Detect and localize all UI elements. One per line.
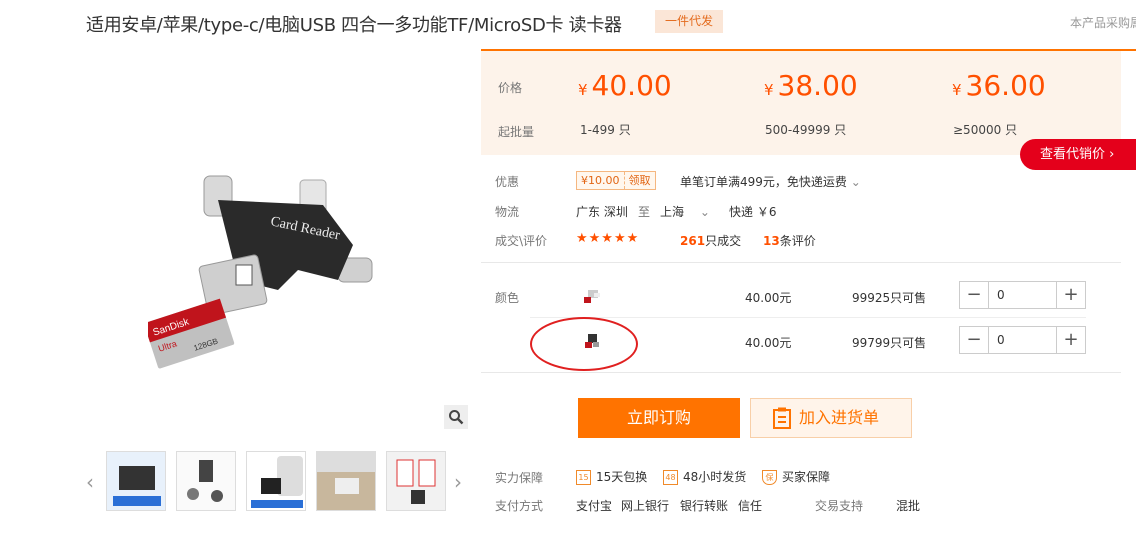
product-main-image: Card Reader SanDisk Ultra 128GB <box>143 170 388 390</box>
payment-method: 银行转账 <box>680 499 729 513</box>
price-tier-2: ¥38.00 <box>764 69 858 102</box>
coupon-amount: ¥10.00 <box>581 174 620 187</box>
payment-method: 网上银行 <box>621 499 670 513</box>
price-panel: 价格 起批量 ¥40.00 ¥38.00 ¥36.00 1-499 只 500-… <box>481 51 1121 155</box>
clipboard-icon <box>773 407 791 429</box>
sku-divider <box>530 317 1086 318</box>
ship-to-select[interactable]: 上海 ⌄ <box>660 203 710 220</box>
section-divider <box>481 372 1121 373</box>
clock-icon: 48 <box>663 470 678 485</box>
thumbnail-5[interactable] <box>386 451 446 511</box>
guarantee-item-3[interactable]: 保买家保障 <box>762 468 830 485</box>
thumb-prev-arrow[interactable]: ‹ <box>86 470 94 494</box>
guarantee-item-1[interactable]: 15 15天包换 <box>576 468 647 485</box>
thumbnail-strip <box>106 451 446 511</box>
price-tier-1: ¥40.00 <box>578 69 672 102</box>
coupon[interactable]: ¥10.00 领取 <box>576 171 656 190</box>
guarantee-item-2[interactable]: 48 48小时发货 <box>663 468 746 485</box>
thumbnail-1[interactable] <box>106 451 166 511</box>
sku-price-1: 40.00元 <box>745 291 792 305</box>
decrement-button[interactable]: − <box>960 282 988 308</box>
ship-to-word: 至 <box>638 205 651 219</box>
thumbnail-3[interactable] <box>246 451 306 511</box>
ship-from: 广东 深圳 <box>576 205 628 219</box>
highlight-circle <box>530 317 638 371</box>
discount-text[interactable]: 单笔订单满499元，免快递运费 ⌄ <box>680 173 861 190</box>
quantity-input[interactable]: 0 <box>988 327 1057 353</box>
sku-price-2: 40.00元 <box>745 336 792 350</box>
range-tier-3: ≥50000 只 <box>953 123 1018 137</box>
thumb-next-arrow[interactable]: › <box>454 470 462 494</box>
deals-count[interactable]: 261只成交 <box>680 232 741 249</box>
shield-icon: 保 <box>762 470 777 485</box>
sku-stock-1: 99925只可售 <box>852 291 927 305</box>
sku-stock-2: 99799只可售 <box>852 336 927 350</box>
review-count[interactable]: 13条评价 <box>763 232 816 249</box>
chevron-right-icon: › <box>1109 147 1115 162</box>
section-divider <box>481 262 1121 263</box>
logistics-label: 物流 <box>495 205 520 219</box>
payment-method: 支付宝 <box>576 499 613 513</box>
range-tier-2: 500-49999 只 <box>765 123 847 137</box>
chevron-down-icon: ⌄ <box>699 205 710 219</box>
coupon-claim[interactable]: 领取 <box>623 172 655 189</box>
review-label: 成交\评价 <box>495 234 548 248</box>
range-tier-1: 1-499 只 <box>580 123 631 137</box>
exchange-icon: 15 <box>576 470 591 485</box>
magnifier-icon <box>449 410 464 425</box>
chevron-down-icon: ⌄ <box>850 175 861 189</box>
thumbnail-2[interactable] <box>176 451 236 511</box>
thumbnail-4[interactable] <box>316 451 376 511</box>
product-title: 适用安卓/苹果/type-c/电脑USB 四合一多功能TF/MicroSD卡 读… <box>86 15 622 36</box>
price-label: 价格 <box>498 81 523 95</box>
moq-label: 起批量 <box>498 125 535 139</box>
view-agent-price-button[interactable]: 查看代销价 › <box>1020 139 1136 170</box>
decrement-button[interactable]: − <box>960 327 988 353</box>
rating-stars: ★★★★★ <box>576 231 640 246</box>
add-to-cart-button[interactable]: 加入进货单 <box>750 398 912 438</box>
shipping-fee: 快递 ￥6 <box>729 205 777 219</box>
quantity-stepper-2: − 0 + <box>959 326 1086 354</box>
sku-thumb-1[interactable] <box>581 285 603 307</box>
discount-label: 优惠 <box>495 175 520 189</box>
increment-button[interactable]: + <box>1057 282 1085 308</box>
top-right-text: 本产品采购属 <box>1070 16 1136 30</box>
payment-label: 支付方式 <box>495 499 544 513</box>
color-label: 颜色 <box>495 291 520 305</box>
dropship-badge[interactable]: 一件代发 <box>655 10 723 33</box>
trade-support-value: 混批 <box>896 499 921 513</box>
buy-now-button[interactable]: 立即订购 <box>578 398 740 438</box>
zoom-button[interactable] <box>444 405 468 429</box>
quantity-input[interactable]: 0 <box>988 282 1057 308</box>
trade-support-label: 交易支持 <box>815 499 864 513</box>
quantity-stepper-1: − 0 + <box>959 281 1086 309</box>
increment-button[interactable]: + <box>1057 327 1085 353</box>
guarantee-label: 实力保障 <box>495 471 544 485</box>
add-to-cart-label: 加入进货单 <box>799 408 880 427</box>
payment-method: 信任 <box>738 499 763 513</box>
price-tier-3: ¥36.00 <box>952 69 1046 102</box>
